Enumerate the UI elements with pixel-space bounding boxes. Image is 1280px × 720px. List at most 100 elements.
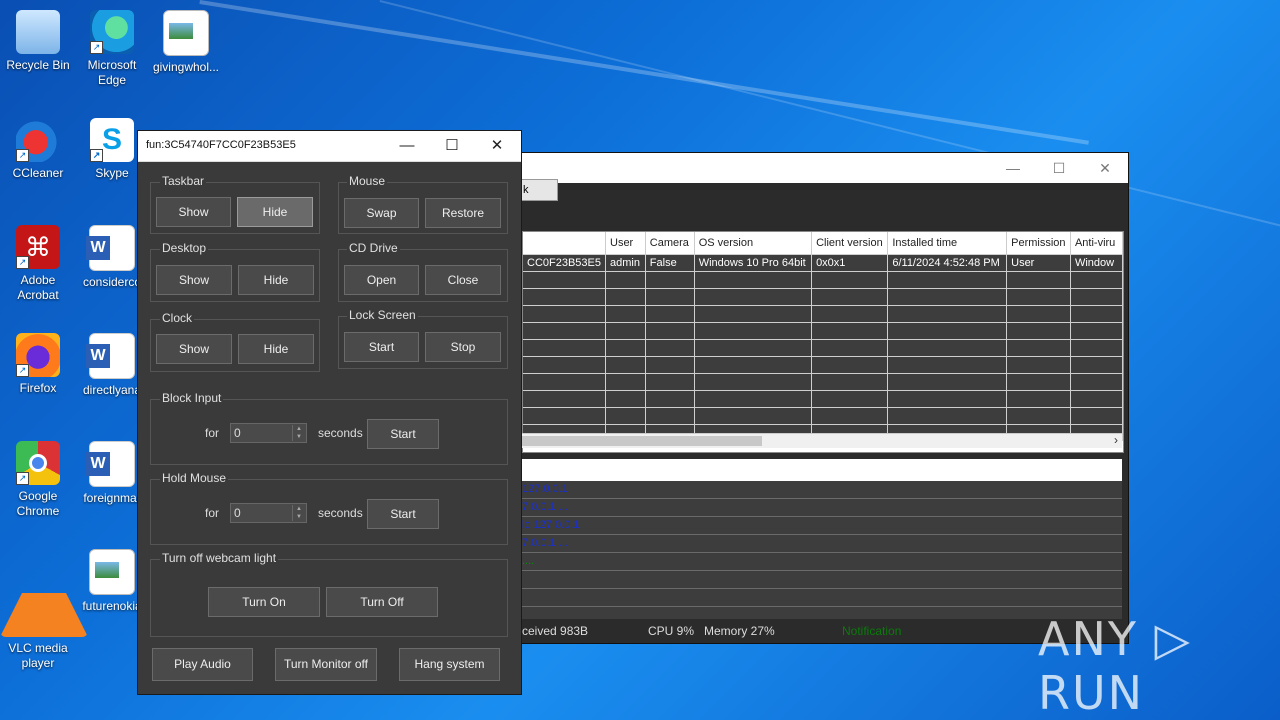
column-header-id[interactable]: [523, 232, 606, 255]
clock-show-button[interactable]: Show: [156, 334, 232, 364]
cd-drive-open-button[interactable]: Open: [344, 265, 419, 295]
word-doc-icon: [86, 441, 135, 487]
status-memory: Memory 27%: [704, 624, 775, 638]
stepper-value: 0: [234, 426, 241, 440]
anyrun-watermark: ANY ▷ RUN: [1038, 612, 1192, 720]
shortcut-arrow-icon: ↗: [90, 41, 103, 54]
maximize-button[interactable]: ☐: [429, 131, 475, 161]
taskbar-hide-button[interactable]: Hide: [237, 197, 313, 227]
dialog-title: fun:3C54740F7CC0F23B53E5: [146, 139, 296, 151]
block-input-for-label: for: [205, 426, 220, 440]
desktop-icon-label: futurenokia: [82, 599, 142, 613]
desktop-icon-label: directlyana: [82, 383, 142, 397]
hold-mouse-group-label: Hold Mouse: [160, 471, 229, 485]
image-file-icon: [163, 10, 209, 56]
desktop-hide-button[interactable]: Hide: [238, 265, 314, 295]
hang-system-button[interactable]: Hang system: [399, 648, 500, 681]
table-row-empty: [523, 305, 1123, 323]
table-cell: 0x0x1: [811, 254, 889, 272]
desktop-icon-chrome[interactable]: ↗ Google Chrome: [0, 441, 76, 519]
status-received: ceived 983B: [522, 624, 589, 638]
client-manager-window: — ☐ ✕ k User Camera OS version Client ve…: [505, 152, 1129, 644]
table-row-empty: [523, 271, 1123, 289]
tab-clients[interactable]: k: [518, 179, 558, 201]
column-header-user[interactable]: User: [605, 232, 646, 255]
block-input-seconds-label: seconds: [318, 426, 363, 440]
column-header-os-version[interactable]: OS version: [694, 232, 813, 255]
acrobat-icon: ⌘ ↗: [16, 225, 60, 269]
desktop-show-button[interactable]: Show: [156, 265, 232, 295]
taskbar-group-label: Taskbar: [160, 174, 207, 188]
mouse-group-label: Mouse: [347, 174, 388, 188]
maximize-button[interactable]: ☐: [1036, 153, 1082, 183]
stepper-arrows-icon[interactable]: ▲ ▼: [292, 505, 305, 521]
table-cell: Windows 10 Pro 64bit: [694, 254, 813, 272]
desktop-icon-vlc[interactable]: VLC media player: [0, 549, 88, 671]
mouse-swap-button[interactable]: Swap: [344, 198, 419, 228]
desktop-icon-firefox[interactable]: ↗ Firefox: [0, 333, 76, 396]
column-header-installed-time[interactable]: Installed time: [887, 232, 1008, 255]
play-audio-button[interactable]: Play Audio: [152, 648, 253, 681]
taskbar-show-button[interactable]: Show: [156, 197, 231, 227]
webcam-turn-on-button[interactable]: Turn On: [208, 587, 320, 617]
recycle-bin-icon: [16, 10, 60, 54]
column-header-camera[interactable]: Camera: [645, 232, 695, 255]
hold-mouse-start-button[interactable]: Start: [367, 499, 439, 529]
stepper-arrows-icon[interactable]: ▲ ▼: [292, 425, 305, 441]
desktop-icon-edge[interactable]: ↗ Microsoft Edge: [74, 10, 150, 88]
desktop-icon-acrobat[interactable]: ⌘ ↗ Adobe Acrobat: [0, 225, 76, 303]
desktop-icon-label: Google Chrome: [16, 489, 60, 518]
skype-icon: S ↗: [90, 118, 134, 162]
desktop-icon-label: Microsoft Edge: [87, 58, 137, 87]
block-input-start-button[interactable]: Start: [367, 419, 439, 449]
table-cell: 6/11/2024 4:52:48 PM: [887, 254, 1008, 272]
close-button[interactable]: ✕: [474, 131, 520, 161]
log-panel: 127.0.0.1 7.0.0.1 ... lo 127.0.0.1 7.0.0…: [522, 459, 1122, 639]
desktop-icon-label: givingwhol...: [152, 60, 220, 74]
clock-hide-button[interactable]: Hide: [238, 334, 314, 364]
lock-screen-start-button[interactable]: Start: [344, 332, 419, 362]
table-row[interactable]: CC0F23B53E5 admin False Windows 10 Pro 6…: [523, 254, 1123, 272]
lock-screen-group-label: Lock Screen: [347, 308, 418, 322]
clock-group-label: Clock: [160, 311, 195, 325]
horizontal-scrollbar[interactable]: ›: [522, 433, 1122, 448]
table-row-empty: [523, 339, 1123, 357]
word-doc-icon: [86, 333, 135, 379]
cd-drive-close-button[interactable]: Close: [425, 265, 501, 295]
webcam-turn-off-button[interactable]: Turn Off: [326, 587, 438, 617]
table-cell: Window: [1070, 254, 1123, 272]
column-header-antivirus[interactable]: Anti-viru: [1070, 232, 1123, 255]
lock-screen-stop-button[interactable]: Stop: [425, 332, 501, 362]
status-cpu: CPU 9%: [648, 624, 695, 638]
hold-mouse-for-label: for: [205, 506, 220, 520]
mouse-restore-button[interactable]: Restore: [425, 198, 501, 228]
desktop-icon-label: CCleaner: [12, 166, 64, 180]
status-notification[interactable]: Notification: [842, 619, 901, 643]
shortcut-arrow-icon: ↗: [16, 149, 29, 162]
block-input-group-label: Block Input: [160, 391, 224, 405]
column-header-permission[interactable]: Permission: [1006, 232, 1071, 255]
clients-table[interactable]: User Camera OS version Client version In…: [522, 231, 1124, 453]
table-row-empty: [523, 322, 1123, 340]
block-input-seconds-stepper[interactable]: 0 ▲ ▼: [230, 423, 307, 443]
table-header-row: User Camera OS version Client version In…: [523, 232, 1123, 255]
webcam-group-label: Turn off webcam light: [160, 551, 279, 565]
minimize-button[interactable]: —: [990, 153, 1036, 183]
wallpaper-light-beam: [199, 0, 1089, 145]
table-row-empty: [523, 407, 1123, 425]
hold-mouse-seconds-stepper[interactable]: 0 ▲ ▼: [230, 503, 307, 523]
column-header-client-version[interactable]: Client version: [811, 232, 889, 255]
status-bar: ceived 983B CPU 9% Memory 27% Notificati…: [506, 619, 1128, 643]
desktop-icon-givingwhol[interactable]: givingwhol...: [148, 10, 224, 75]
hold-mouse-seconds-label: seconds: [318, 506, 363, 520]
close-button[interactable]: ✕: [1082, 153, 1128, 183]
scroll-right-arrow-icon[interactable]: ›: [1114, 433, 1118, 447]
log-line: [522, 571, 1122, 589]
ccleaner-icon: ↗: [16, 118, 60, 162]
desktop-icon-ccleaner[interactable]: ↗ CCleaner: [0, 118, 76, 181]
desktop-icon-recycle-bin[interactable]: Recycle Bin: [0, 10, 76, 73]
turn-monitor-off-button[interactable]: Turn Monitor off: [275, 648, 377, 681]
scrollbar-thumb[interactable]: [522, 436, 762, 446]
word-doc-icon: [86, 225, 135, 271]
minimize-button[interactable]: —: [384, 131, 430, 161]
